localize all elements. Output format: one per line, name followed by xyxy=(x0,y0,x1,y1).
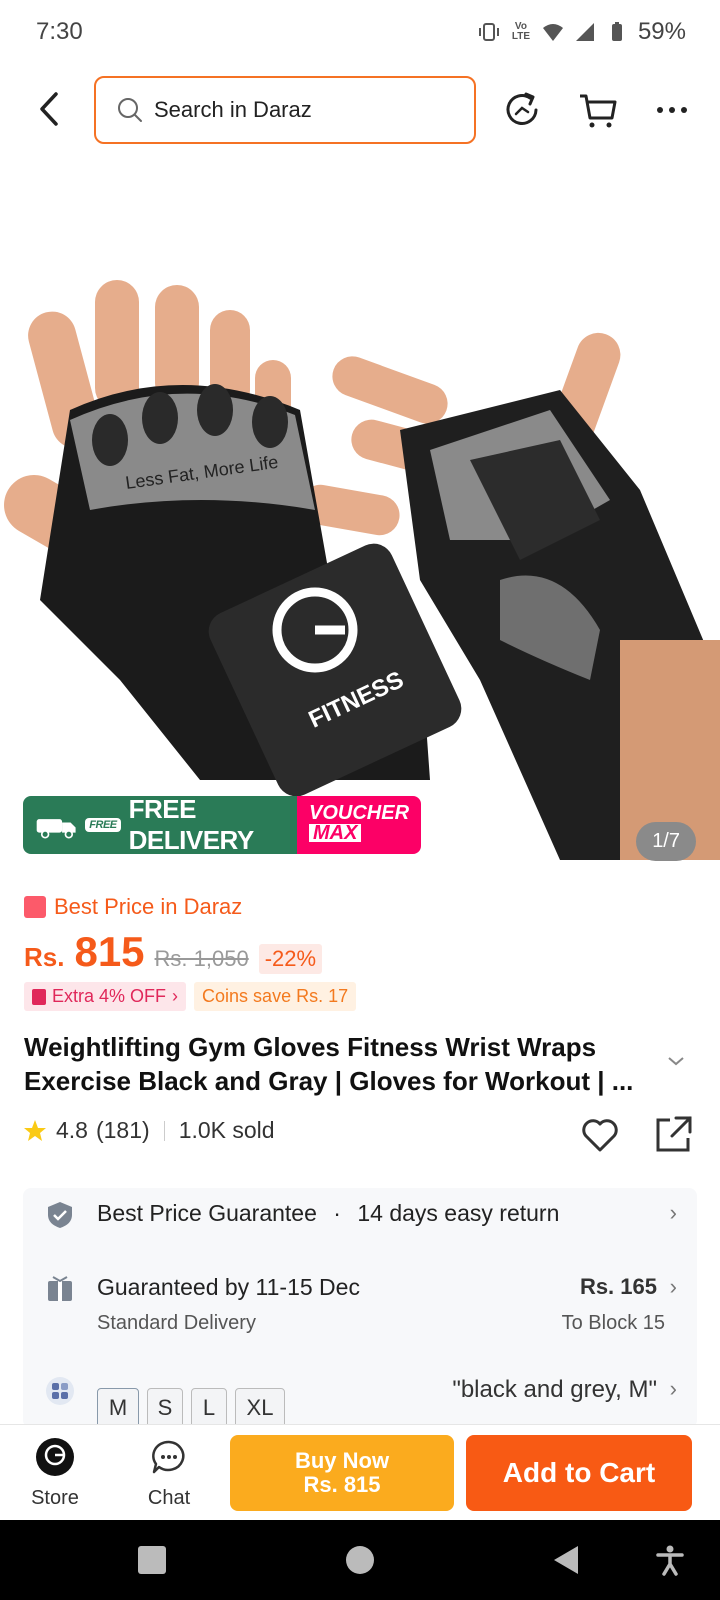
back-nav-icon[interactable] xyxy=(550,1544,582,1576)
image-counter: 1/7 xyxy=(636,822,696,861)
store-button[interactable]: Store xyxy=(20,1437,90,1510)
coupon-icon xyxy=(32,988,46,1005)
discount-badge: -22% xyxy=(258,944,323,974)
shield-check-icon xyxy=(48,1202,72,1228)
battery-level: 59% xyxy=(637,18,686,45)
add-to-cart-button[interactable]: Add to Cart xyxy=(466,1435,692,1511)
delivery-type: Standard Delivery xyxy=(97,1312,256,1334)
truck-icon xyxy=(36,819,76,839)
price-currency: Rs. xyxy=(24,942,65,972)
top-bar: Search in Daraz xyxy=(0,72,720,148)
separator-dot: · xyxy=(333,1200,341,1226)
buy-now-button[interactable]: Buy Now Rs. 815 xyxy=(230,1435,454,1511)
volte-icon: Vo LTE xyxy=(511,21,531,42)
store-logo-icon xyxy=(36,1438,74,1476)
coins-label: Coins save Rs. 17 xyxy=(202,986,349,1006)
free-tag: FREE xyxy=(85,818,121,832)
chevron-right-icon[interactable]: › xyxy=(670,1200,677,1226)
signal-icon xyxy=(575,23,594,41)
free-delivery-badge: FREE FREE DELIVERY xyxy=(23,796,297,854)
refresh-icon[interactable] xyxy=(500,88,544,132)
wishlist-heart-icon[interactable] xyxy=(580,1116,620,1154)
recents-icon[interactable] xyxy=(136,1544,168,1576)
voucher-label: VOUCHER xyxy=(309,802,410,824)
coins-chip: Coins save Rs. 17 xyxy=(194,982,357,1011)
product-title: Weightlifting Gym Gloves Fitness Wrist W… xyxy=(24,1032,634,1096)
home-icon[interactable] xyxy=(344,1544,376,1576)
sold-count: 1.0K sold xyxy=(178,1117,275,1143)
package-icon xyxy=(48,1276,72,1301)
cart-icon[interactable] xyxy=(576,88,620,132)
variants-icon xyxy=(46,1377,74,1405)
search-placeholder: Search in Daraz xyxy=(154,97,312,122)
gloves-illustration: Less Fat, More Life FITNESS xyxy=(4,280,720,860)
search-input[interactable]: Search in Daraz xyxy=(94,76,476,144)
best-price-guarantee: Best Price Guarantee xyxy=(97,1200,317,1226)
price-row: Rs. 815 Rs. 1,050 -22% xyxy=(24,928,323,976)
more-options-icon[interactable] xyxy=(650,88,694,132)
product-image[interactable]: Less Fat, More Life FITNESS xyxy=(0,160,720,860)
vibrate-icon xyxy=(478,23,499,41)
size-option-s[interactable]: S xyxy=(147,1388,183,1428)
battery-icon xyxy=(611,22,622,41)
delivery-location[interactable]: To Block 15 xyxy=(562,1312,665,1335)
search-icon xyxy=(118,98,142,122)
accessibility-icon[interactable] xyxy=(654,1544,686,1576)
best-price-label: Best Price in Daraz xyxy=(24,894,242,920)
easy-return: 14 days easy return xyxy=(357,1200,560,1226)
delivery-guarantee: Guaranteed by 11-15 Dec xyxy=(97,1274,360,1300)
size-option-l[interactable]: L xyxy=(191,1388,227,1428)
chevron-down-icon[interactable] xyxy=(666,1054,686,1068)
bottom-action-bar: Store Chat Buy Now Rs. 815 Add to Cart xyxy=(0,1424,720,1520)
store-label: Store xyxy=(31,1487,79,1509)
chevron-right-icon[interactable]: › xyxy=(670,1376,677,1402)
divider xyxy=(163,1120,165,1141)
status-icons: Vo LTE 59% xyxy=(478,18,686,46)
guarantee-row[interactable]: Best Price Guarantee · 14 days easy retu… xyxy=(97,1200,559,1227)
chat-label: Chat xyxy=(147,1487,191,1509)
best-price-text: Best Price in Daraz xyxy=(54,894,243,919)
size-option-xl[interactable]: XL xyxy=(235,1388,285,1428)
star-icon xyxy=(24,1119,46,1141)
share-icon[interactable] xyxy=(652,1114,694,1156)
price-value: 815 xyxy=(74,928,145,975)
voucher-max-label: MAX xyxy=(309,823,362,843)
price-tag-icon xyxy=(24,896,46,918)
chevron-right-icon: › xyxy=(172,986,179,1006)
chat-button[interactable]: Chat xyxy=(134,1437,204,1510)
back-arrow-icon[interactable] xyxy=(30,86,70,132)
original-price: Rs. 1,050 xyxy=(154,946,249,971)
status-time: 7:30 xyxy=(36,18,83,45)
system-nav-bar xyxy=(0,1520,720,1600)
buy-now-price: Rs. 815 xyxy=(303,1472,381,1497)
status-bar: 7:30 Vo LTE 59% xyxy=(0,0,720,64)
buy-now-label: Buy Now xyxy=(294,1448,390,1473)
size-option-m[interactable]: M xyxy=(97,1388,139,1428)
rating-row[interactable]: 4.8 (181) 1.0K sold xyxy=(22,1117,275,1144)
extra-off-label: Extra 4% OFF xyxy=(52,986,167,1006)
rating-count: (181) xyxy=(95,1117,150,1143)
wifi-icon xyxy=(542,24,563,41)
free-delivery-label: FREE DELIVERY xyxy=(128,796,255,854)
chevron-right-icon[interactable]: › xyxy=(670,1274,677,1300)
extra-off-chip[interactable]: Extra 4% OFF › xyxy=(24,982,187,1011)
delivery-fee: Rs. 165 xyxy=(579,1274,657,1299)
voucher-max-badge: VOUCHER MAX xyxy=(297,796,421,854)
delivery-voucher-badge: FREE FREE DELIVERY VOUCHER MAX xyxy=(23,796,421,854)
chat-icon xyxy=(152,1440,185,1474)
rating-value: 4.8 xyxy=(56,1117,88,1143)
promo-row: Extra 4% OFF › Coins save Rs. 17 xyxy=(24,982,357,1011)
selected-variant[interactable]: "black and grey, M" xyxy=(452,1376,657,1404)
